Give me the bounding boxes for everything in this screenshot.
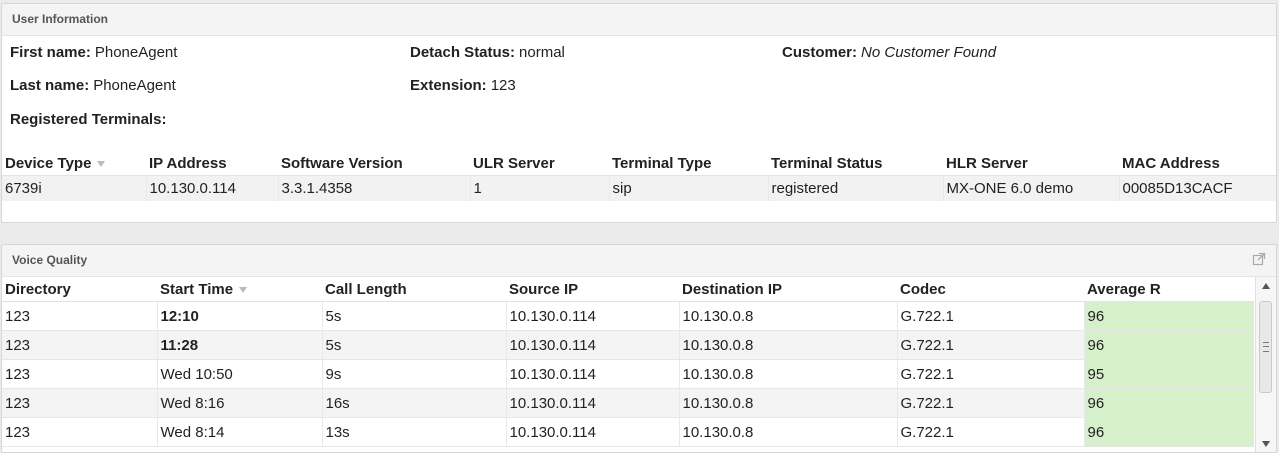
scroll-up-arrow-icon[interactable] — [1262, 283, 1270, 289]
call-length-cell: 13s — [321, 417, 506, 447]
table-row[interactable]: 123 Wed 8:14 13s 10.130.0.114 10.130.0.8… — [2, 417, 1254, 447]
codec-cell: G.722.1 — [896, 388, 1084, 418]
table-row[interactable]: 123 11:28 5s 10.130.0.114 10.130.0.8 G.7… — [2, 330, 1254, 360]
call-length-cell: 5s — [321, 330, 506, 360]
registered-terminals-field: Registered Terminals: — [10, 111, 166, 128]
column-header-directory[interactable]: Directory — [2, 277, 157, 302]
column-header-terminal-type[interactable]: Terminal Type — [609, 151, 768, 176]
average-r-cell: 96 — [1083, 417, 1254, 447]
column-header-codec[interactable]: Codec — [897, 277, 1084, 302]
column-header-software-version[interactable]: Software Version — [278, 151, 470, 176]
destination-ip-cell: 10.130.0.8 — [678, 301, 897, 331]
codec-cell: G.722.1 — [896, 417, 1084, 447]
directory-cell: 123 — [2, 330, 157, 360]
table-row[interactable]: 123 12:10 5s 10.130.0.114 10.130.0.8 G.7… — [2, 301, 1254, 331]
voice-quality-table: Directory Start Time Call Length Source … — [2, 277, 1254, 447]
extension-label: Extension: — [410, 77, 487, 94]
average-r-cell: 96 — [1083, 388, 1254, 418]
user-information-header: User Information — [2, 4, 1276, 36]
directory-cell: 123 — [2, 359, 157, 389]
column-header-average-r[interactable]: Average R — [1084, 277, 1254, 302]
user-information-panel: User Information First name: PhoneAgent L… — [1, 3, 1277, 223]
destination-ip-cell: 10.130.0.8 — [678, 417, 897, 447]
device-type-cell: 6739i — [2, 175, 146, 201]
destination-ip-cell: 10.130.0.8 — [678, 359, 897, 389]
first-name-field: First name: PhoneAgent — [10, 44, 177, 61]
grip-icon — [1263, 342, 1269, 352]
directory-cell: 123 — [2, 388, 157, 418]
column-header-ip-address[interactable]: IP Address — [146, 151, 278, 176]
last-name-value: PhoneAgent — [93, 77, 176, 94]
terminals-header-row: Device Type IP Address Software Version … — [2, 151, 1276, 176]
ulr-server-cell: 1 — [469, 175, 609, 201]
directory-cell: 123 — [2, 417, 157, 447]
start-time-cell: Wed 8:14 — [156, 417, 322, 447]
extension-field: Extension: 123 — [410, 77, 516, 94]
terminal-status-cell: registered — [767, 175, 943, 201]
scroll-down-arrow-icon[interactable] — [1262, 441, 1270, 447]
detach-status-field: Detach Status: normal — [410, 44, 565, 61]
sort-desc-icon — [239, 286, 248, 293]
start-time-cell: 12:10 — [156, 301, 322, 331]
start-time-cell: 11:28 — [156, 330, 322, 360]
codec-cell: G.722.1 — [896, 301, 1084, 331]
customer-value: No Customer Found — [861, 44, 997, 61]
column-header-destination-ip[interactable]: Destination IP — [679, 277, 897, 302]
table-row[interactable]: 123 Wed 10:50 9s 10.130.0.114 10.130.0.8… — [2, 359, 1254, 389]
first-name-value: PhoneAgent — [94, 44, 178, 61]
destination-ip-cell: 10.130.0.8 — [678, 388, 897, 418]
last-name-label: Last name: — [10, 77, 90, 94]
vertical-scrollbar[interactable] — [1255, 277, 1276, 452]
column-header-start-time[interactable]: Start Time — [157, 277, 322, 302]
voice-quality-title: Voice Quality — [12, 253, 88, 267]
destination-ip-cell: 10.130.0.8 — [678, 330, 897, 360]
ip-address-cell: 10.130.0.114 — [145, 175, 278, 201]
voice-quality-header: Voice Quality — [2, 245, 1276, 277]
sort-desc-icon — [97, 160, 106, 167]
column-header-source-ip[interactable]: Source IP — [506, 277, 679, 302]
source-ip-cell: 10.130.0.114 — [505, 359, 679, 389]
average-r-cell: 96 — [1083, 330, 1254, 360]
terminals-table: Device Type IP Address Software Version … — [2, 151, 1276, 201]
call-length-cell: 5s — [321, 301, 506, 331]
codec-cell: G.722.1 — [896, 359, 1084, 389]
mac-address-cell: 00085D13CACF — [1118, 175, 1276, 201]
customer-label: Customer: — [782, 44, 858, 61]
voice-quality-header-row: Directory Start Time Call Length Source … — [2, 277, 1254, 302]
call-length-cell: 16s — [321, 388, 506, 418]
customer-field: Customer: No Customer Found — [782, 44, 996, 61]
hlr-server-cell: MX-ONE 6.0 demo — [942, 175, 1119, 201]
table-row[interactable]: 123 Wed 8:16 16s 10.130.0.114 10.130.0.8… — [2, 388, 1254, 418]
average-r-cell: 96 — [1083, 301, 1254, 331]
detach-status-label: Detach Status: — [410, 44, 516, 61]
column-header-call-length[interactable]: Call Length — [322, 277, 506, 302]
directory-cell: 123 — [2, 301, 157, 331]
source-ip-cell: 10.130.0.114 — [505, 388, 679, 418]
terminal-type-cell: sip — [608, 175, 768, 201]
start-time-cell: Wed 8:16 — [156, 388, 322, 418]
first-name-label: First name: — [10, 44, 91, 61]
external-link-icon[interactable] — [1252, 252, 1266, 266]
table-row[interactable]: 6739i 10.130.0.114 3.3.1.4358 1 sip regi… — [2, 175, 1276, 201]
column-header-terminal-status[interactable]: Terminal Status — [768, 151, 943, 176]
column-header-hlr-server[interactable]: HLR Server — [943, 151, 1119, 176]
last-name-field: Last name: PhoneAgent — [10, 77, 176, 94]
registered-terminals-label: Registered Terminals: — [10, 111, 167, 128]
column-header-ulr-server[interactable]: ULR Server — [470, 151, 609, 176]
start-time-cell: Wed 10:50 — [156, 359, 322, 389]
extension-value: 123 — [490, 77, 516, 94]
codec-cell: G.722.1 — [896, 330, 1084, 360]
call-length-cell: 9s — [321, 359, 506, 389]
average-r-cell: 95 — [1083, 359, 1254, 389]
scrollbar-thumb[interactable] — [1259, 301, 1272, 393]
source-ip-cell: 10.130.0.114 — [505, 301, 679, 331]
software-version-cell: 3.3.1.4358 — [277, 175, 470, 201]
voice-quality-panel: Voice Quality Directory Start Time Call … — [1, 244, 1277, 453]
column-header-mac-address[interactable]: MAC Address — [1119, 151, 1276, 176]
column-header-device-type[interactable]: Device Type — [2, 151, 146, 176]
source-ip-cell: 10.130.0.114 — [505, 330, 679, 360]
source-ip-cell: 10.130.0.114 — [505, 417, 679, 447]
detach-status-value: normal — [519, 44, 565, 61]
